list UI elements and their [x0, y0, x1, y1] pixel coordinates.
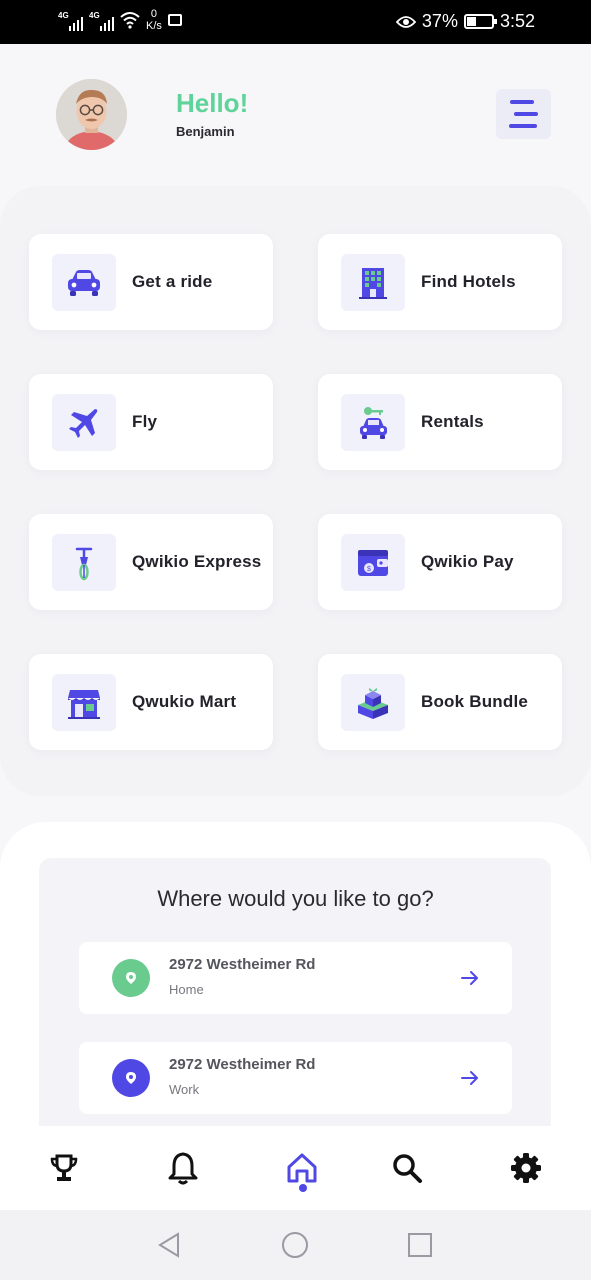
nav-home[interactable] — [285, 1150, 319, 1186]
menu-icon-line — [514, 112, 538, 116]
nav-trophy[interactable] — [47, 1150, 81, 1186]
wallet-icon: $ — [358, 549, 388, 576]
greeting: Hello! — [176, 88, 249, 118]
service-card-fly[interactable]: Fly — [29, 374, 273, 470]
airplane-icon — [69, 408, 98, 438]
user-name: Benjamin — [176, 124, 235, 139]
nav-notifications[interactable] — [166, 1150, 200, 1186]
service-card-get-a-ride[interactable]: Get a ride — [29, 234, 273, 330]
eye-comfort-icon — [395, 15, 416, 28]
service-label: Find Hotels — [421, 272, 516, 291]
back-icon[interactable] — [154, 1230, 184, 1260]
destination-tag: Home — [169, 982, 204, 997]
menu-icon-line — [509, 124, 537, 128]
destination-address: 2972 Westheimer Rd — [169, 1056, 316, 1073]
service-label: Qwikio Express — [132, 552, 262, 571]
trophy-icon — [50, 1154, 78, 1181]
home-circle-icon[interactable] — [280, 1230, 310, 1260]
nav-settings[interactable] — [509, 1150, 543, 1186]
bottom-navigation — [0, 1126, 591, 1210]
service-label: Book Bundle — [421, 692, 529, 711]
network-type-2: 4G — [89, 11, 100, 20]
bicycle-icon — [75, 547, 93, 580]
battery-icon — [463, 14, 497, 29]
svg-text:$: $ — [367, 566, 371, 573]
settings-icon — [511, 1153, 541, 1183]
location-pin-icon — [112, 1059, 150, 1097]
network-type-1: 4G — [58, 11, 69, 20]
service-card-book-bundle[interactable]: Book Bundle — [318, 654, 562, 750]
avatar-image — [56, 79, 127, 150]
arrow-right-icon[interactable] — [458, 966, 482, 990]
service-label: Qwukio Mart — [132, 692, 237, 711]
service-label: Get a ride — [132, 272, 213, 291]
location-pin-icon — [112, 959, 150, 997]
home-icon — [287, 1153, 317, 1183]
rental-car-key-icon — [360, 406, 387, 439]
car-icon — [68, 269, 100, 296]
arrow-right-icon[interactable] — [458, 1066, 482, 1090]
destination-tag: Work — [169, 1082, 200, 1097]
destination-item-home[interactable]: 2972 Westheimer Rd Home — [79, 942, 512, 1014]
service-card-qwikio-pay[interactable]: $ Qwikio Pay — [318, 514, 562, 610]
service-card-find-hotels[interactable]: Find Hotels — [318, 234, 562, 330]
menu-icon — [510, 100, 534, 104]
avatar[interactable] — [56, 79, 127, 150]
nav-search[interactable] — [390, 1150, 424, 1186]
notification-icon — [167, 14, 182, 26]
search-icon — [393, 1154, 422, 1183]
service-label: Fly — [132, 412, 158, 431]
destination-item-work[interactable]: 2972 Westheimer Rd Work — [79, 1042, 512, 1114]
service-card-qwikio-express[interactable]: Qwikio Express — [29, 514, 273, 610]
system-navigation-bar — [0, 1210, 591, 1280]
status-bar: 4G 4G 0 K/s 37% 3:52 — [0, 0, 591, 44]
bell-icon — [168, 1152, 198, 1185]
destinations-title: Where would you like to go? — [157, 886, 434, 911]
battery-percent: 37% — [421, 11, 458, 31]
active-indicator-dot — [299, 1184, 307, 1192]
store-icon — [68, 689, 100, 719]
menu-button[interactable] — [496, 89, 551, 139]
clock: 3:52 — [499, 11, 535, 31]
service-label: Rentals — [421, 412, 484, 431]
network-speed: 0 K/s — [146, 8, 162, 32]
hotel-icon — [359, 267, 387, 299]
service-card-rentals[interactable]: Rentals — [318, 374, 562, 470]
destination-address: 2972 Westheimer Rd — [169, 956, 316, 973]
service-card-qwukio-mart[interactable]: Qwukio Mart — [29, 654, 273, 750]
signal-icon-2: 4G — [89, 9, 114, 31]
recents-icon[interactable] — [405, 1230, 435, 1260]
gift-box-icon — [358, 687, 388, 719]
wifi-icon — [120, 12, 140, 29]
service-label: Qwikio Pay — [421, 552, 514, 571]
signal-icon-1: 4G — [58, 9, 83, 31]
